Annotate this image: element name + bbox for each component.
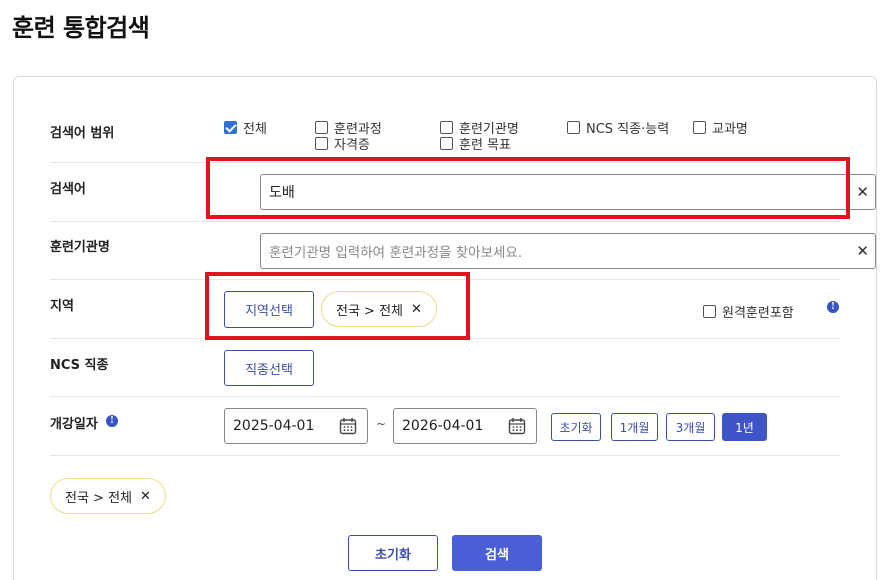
checkbox-checked[interactable] <box>224 121 237 134</box>
period-3month-button[interactable]: 3개월 <box>666 413 715 441</box>
keyword-label: 검색어 <box>50 182 86 197</box>
search-button[interactable]: 검색 <box>452 535 542 571</box>
calendar-icon[interactable] <box>339 417 357 435</box>
ncs-select-button[interactable]: 직종선택 <box>224 350 314 386</box>
checkbox[interactable] <box>315 121 328 134</box>
institution-placeholder: 훈련기관명 입력하여 훈련과정을 찾아보세요. <box>269 245 523 261</box>
clear-icon[interactable]: ✕ <box>856 242 869 260</box>
ncs-row: NCS 직종 직종선택 <box>50 339 840 397</box>
period-reset-button[interactable]: 초기화 <box>551 413 601 441</box>
scope-label: 검색어 범위 <box>50 126 115 141</box>
checkbox[interactable] <box>315 137 328 150</box>
checkbox[interactable] <box>567 121 580 134</box>
remote-training-checkbox[interactable]: 원격훈련포함 <box>703 302 794 321</box>
info-icon[interactable]: ! <box>827 301 839 313</box>
clear-icon[interactable]: ✕ <box>856 183 869 201</box>
page-title: 훈련 통합검색 <box>12 14 150 42</box>
checkbox[interactable] <box>440 121 453 134</box>
calendar-icon[interactable] <box>508 417 526 435</box>
end-date-input[interactable]: 2026-04-01 <box>393 408 537 444</box>
scope-option-ncs[interactable]: NCS 직종·능력 <box>567 118 669 137</box>
date-separator: ~ <box>376 417 387 431</box>
close-icon[interactable]: ✕ <box>140 489 151 504</box>
scope-option-goal[interactable]: 훈련 목표 <box>440 134 511 153</box>
selected-filter-chip: 전국 > 전체 ✕ <box>50 478 166 514</box>
scope-option-all[interactable]: 전체 <box>224 118 267 137</box>
institution-label: 훈련기관명 <box>50 240 110 255</box>
start-date-input[interactable]: 2025-04-01 <box>224 408 368 444</box>
region-highlight-box <box>205 272 470 340</box>
info-icon[interactable]: ! <box>106 415 118 427</box>
checkbox[interactable] <box>440 137 453 150</box>
open-date-label: 개강일자 <box>50 417 98 432</box>
checkbox[interactable] <box>693 121 706 134</box>
scope-option-license[interactable]: 자격증 <box>315 134 370 153</box>
scope-row: 검색어 범위 전체 훈련과정 훈련기관명 NCS 직종·능력 교과명 자격증 훈… <box>50 107 840 163</box>
keyword-highlight-box <box>206 157 850 219</box>
reset-button[interactable]: 초기화 <box>348 535 438 571</box>
scope-option-subject[interactable]: 교과명 <box>693 118 748 137</box>
period-1month-button[interactable]: 1개월 <box>611 413 658 441</box>
period-1year-button[interactable]: 1년 <box>722 413 767 441</box>
region-label: 지역 <box>50 299 74 314</box>
ncs-label: NCS 직종 <box>50 358 109 373</box>
open-date-row: 개강일자 ! 2025-04-01 ~ 2026-04-01 초기화 1개월 3… <box>50 397 840 456</box>
checkbox[interactable] <box>703 305 716 318</box>
institution-input[interactable]: 훈련기관명 입력하여 훈련과정을 찾아보세요. ✕ <box>260 233 876 269</box>
